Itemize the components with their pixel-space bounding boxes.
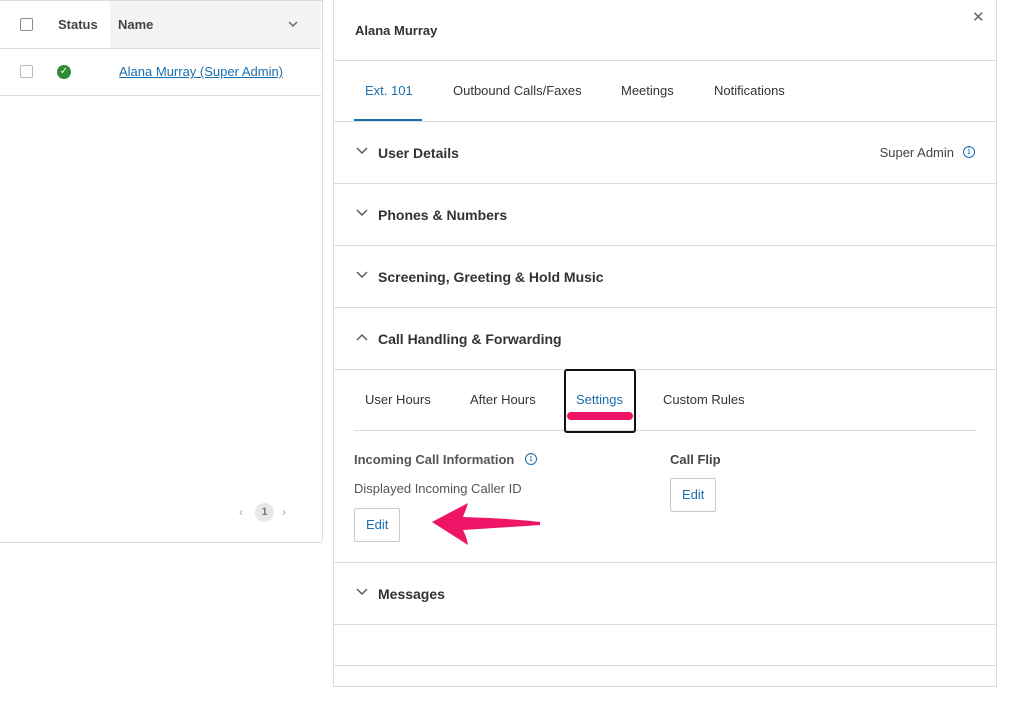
name-column-label[interactable]: Name — [118, 17, 153, 32]
user-list-panel: Status Name ✓ Alana Murray (Super Admin)… — [0, 0, 323, 543]
info-icon[interactable]: i — [525, 453, 537, 465]
section-title[interactable]: User Details — [378, 145, 459, 161]
settings-highlight-mark — [567, 412, 633, 420]
section-call-handling-forwarding[interactable]: Call Handling & Forwarding — [334, 308, 996, 370]
chevron-down-icon[interactable] — [355, 585, 369, 599]
detail-header: Alana Murray ✕ — [334, 0, 996, 61]
section-user-details[interactable]: User Details Super Admin i — [334, 122, 996, 184]
user-detail-panel: Alana Murray ✕ Ext. 101 Outbound Calls/F… — [333, 0, 997, 687]
section-messages[interactable]: Messages — [334, 563, 996, 625]
detail-tabs: Ext. 101 Outbound Calls/Faxes Meetings N… — [334, 61, 996, 122]
edit-caller-id-button[interactable]: Edit — [354, 508, 401, 542]
section-title[interactable]: Screening, Greeting & Hold Music — [378, 269, 604, 285]
chevron-down-icon[interactable] — [355, 268, 369, 282]
info-icon[interactable]: i — [963, 146, 975, 158]
row-checkbox[interactable] — [20, 65, 33, 78]
subtab-divider — [354, 430, 976, 431]
subtab-user-hours[interactable]: User Hours — [365, 392, 431, 407]
tab-ext-101[interactable]: Ext. 101 — [365, 83, 413, 98]
tab-notifications[interactable]: Notifications — [714, 83, 785, 98]
settings-focus-outline — [564, 369, 636, 433]
panel-divider — [334, 665, 996, 666]
select-all-checkbox[interactable] — [20, 18, 33, 31]
detail-user-name: Alana Murray — [355, 23, 438, 38]
subtab-custom-rules[interactable]: Custom Rules — [663, 392, 745, 407]
check-circle-icon: ✓ — [57, 65, 71, 79]
call-flip-title: Call Flip — [670, 452, 721, 467]
next-page-icon[interactable]: › — [282, 505, 286, 519]
user-role-label: Super Admin — [879, 145, 954, 160]
section-title[interactable]: Phones & Numbers — [378, 207, 507, 223]
close-icon[interactable]: ✕ — [972, 8, 985, 26]
tab-outbound-calls-faxes[interactable]: Outbound Calls/Faxes — [453, 83, 582, 98]
section-title[interactable]: Messages — [378, 586, 445, 602]
prev-page-icon[interactable]: ‹ — [239, 505, 243, 519]
chevron-up-icon[interactable] — [355, 330, 369, 344]
section-screening-greeting-hold-music[interactable]: Screening, Greeting & Hold Music — [334, 246, 996, 308]
section-title[interactable]: Call Handling & Forwarding — [378, 331, 562, 347]
tab-meetings[interactable]: Meetings — [621, 83, 674, 98]
status-column-label: Status — [58, 17, 98, 32]
chevron-down-icon[interactable] — [355, 206, 369, 220]
active-tab-indicator — [354, 119, 422, 121]
section-phones-numbers[interactable]: Phones & Numbers — [334, 184, 996, 246]
incoming-call-info-title: Incoming Call Information — [354, 452, 515, 467]
user-name-link[interactable]: Alana Murray (Super Admin) — [119, 64, 283, 79]
subtab-after-hours[interactable]: After Hours — [470, 392, 536, 407]
caller-id-label: Displayed Incoming Caller ID — [354, 481, 522, 496]
page-number[interactable]: 1 — [255, 503, 274, 522]
edit-call-flip-button[interactable]: Edit — [670, 478, 717, 512]
table-row[interactable]: ✓ Alana Murray (Super Admin) — [0, 49, 321, 96]
user-table-header: Status Name — [0, 1, 321, 49]
annotation-arrow-icon — [432, 503, 540, 545]
chevron-down-icon[interactable] — [287, 20, 299, 30]
chevron-down-icon[interactable] — [355, 144, 369, 158]
